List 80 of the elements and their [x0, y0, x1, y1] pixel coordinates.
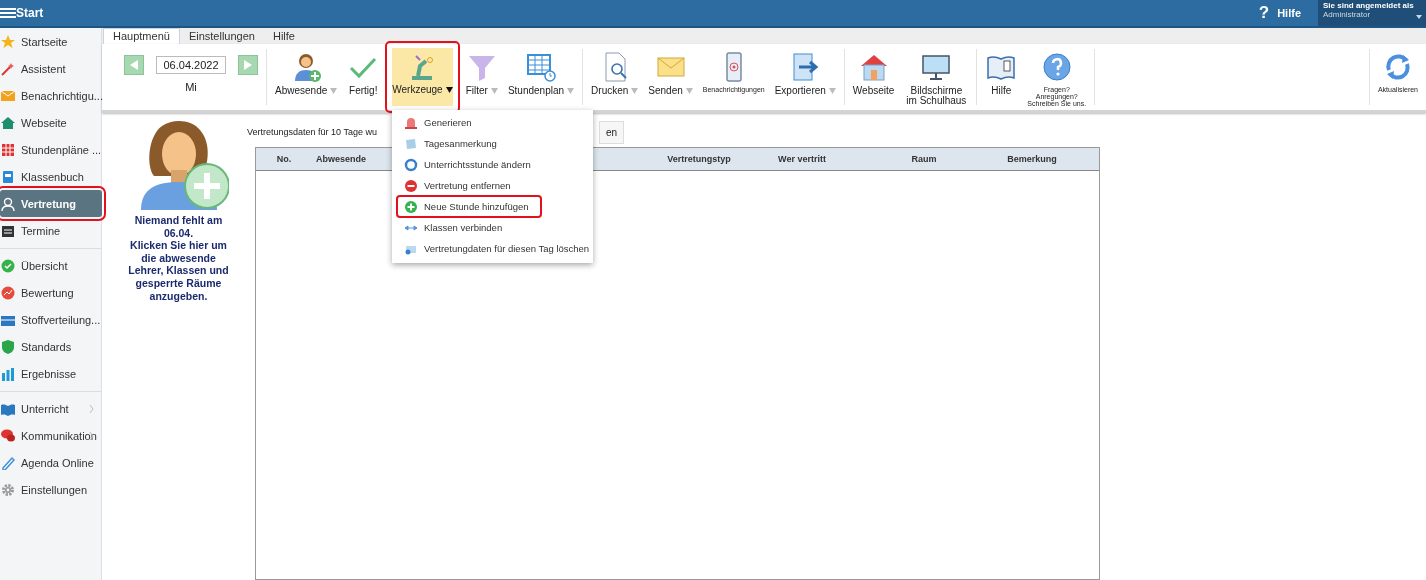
- toolbar-button[interactable]: Bildschirme im Schulhaus: [900, 49, 973, 105]
- toolbar-button[interactable]: Werkzeuge: [385, 41, 460, 113]
- caret-icon: [828, 88, 836, 94]
- toolbar-button[interactable]: Exportieren: [770, 49, 840, 105]
- menu-item[interactable]: Tagesanmerkung: [392, 133, 593, 154]
- previous-day-button[interactable]: [124, 55, 145, 75]
- speech-bubbles-icon: [1, 428, 15, 443]
- column-header[interactable]: No.: [276, 154, 292, 164]
- plus-circle-icon: [404, 199, 418, 214]
- tab[interactable]: Hauptmenü: [103, 28, 180, 44]
- column-header[interactable]: Abwesende: [316, 154, 366, 164]
- caret-icon: [330, 88, 338, 94]
- sidebar-item[interactable]: Unterricht: [0, 395, 101, 422]
- sidebar-item[interactable]: Agenda Online: [0, 449, 101, 476]
- sidebar-item[interactable]: Ergebnisse: [0, 360, 101, 387]
- toolbar-button[interactable]: Senden: [644, 49, 697, 105]
- sidebar-item[interactable]: Termine: [0, 217, 101, 244]
- caret-icon: [567, 88, 575, 94]
- wand-icon: [1, 61, 15, 76]
- question-circle-icon: [1040, 51, 1073, 83]
- siren-icon: [404, 115, 418, 130]
- app-title: Start: [16, 6, 44, 20]
- caret-icon: [685, 88, 693, 94]
- house-icon: [1, 115, 15, 130]
- circular-arrows-icon: [404, 157, 418, 172]
- toolbar-button[interactable]: Filter: [461, 49, 502, 105]
- column-header[interactable]: Raum: [911, 154, 937, 164]
- arrow-right-icon: [243, 60, 252, 70]
- tab[interactable]: Hilfe: [263, 29, 304, 44]
- menu-item[interactable]: Neue Stunde hinzufügen: [397, 196, 541, 217]
- info-text: Vertretungsdaten für 10 Tage wu: [247, 127, 377, 137]
- sidebar-item[interactable]: Stundenpläne ...: [0, 136, 101, 163]
- menu-item[interactable]: Klassen verbinden: [392, 217, 593, 238]
- sidebar-item[interactable]: Stoffverteilung...: [0, 306, 101, 333]
- help-link[interactable]: Hilfe: [1277, 7, 1301, 19]
- sidebar-item[interactable]: Startseite: [0, 28, 101, 55]
- toolbar-button[interactable]: Hilfe: [981, 49, 1022, 105]
- toolbar-button[interactable]: Fertig!: [343, 49, 384, 105]
- user-menu[interactable]: Sie sind angemeldet als Administrator: [1318, 0, 1426, 26]
- caret-icon: [445, 87, 453, 93]
- help-icon[interactable]: ?: [1258, 3, 1270, 23]
- timetable-icon: [525, 51, 557, 83]
- weekday-label: Mi: [185, 81, 197, 93]
- absent-message[interactable]: Niemand fehlt am 06.04. Klicken Sie hier um die abwesende Lehrer, Klassen und gesperrte Räume anzugeben.: [122, 214, 235, 303]
- sidebar-item[interactable]: Bewertung: [0, 279, 101, 306]
- sidebar-item[interactable]: Übersicht: [0, 252, 101, 279]
- tab[interactable]: Einstellungen: [179, 29, 264, 44]
- sidebar-item[interactable]: Benachrichtigu...: [0, 82, 101, 109]
- toolbar-button[interactable]: Webseite: [848, 49, 899, 105]
- action-button[interactable]: en: [598, 120, 625, 144]
- column-header[interactable]: Wer vertritt: [778, 154, 826, 164]
- sidebar-item[interactable]: Klassenbuch: [0, 163, 101, 190]
- pen-icon: [1, 455, 15, 470]
- sidebar-item[interactable]: Assistent: [0, 55, 101, 82]
- caret-icon: [1416, 15, 1422, 19]
- menu-item[interactable]: Vertretungdaten für diesen Tag löschen: [392, 238, 593, 259]
- minus-circle-icon: [404, 178, 418, 193]
- shield-icon: [1, 339, 15, 354]
- sidebar-item[interactable]: Standards: [0, 333, 101, 360]
- menu-item[interactable]: Generieren: [392, 112, 593, 133]
- column-header[interactable]: Bemerkung: [1007, 154, 1057, 164]
- toolbar-button[interactable]: Drucken: [587, 49, 643, 105]
- date-field[interactable]: 06.04.2022: [156, 56, 226, 74]
- note-icon: [404, 136, 418, 151]
- toolbar-button[interactable]: Stundenplan: [503, 49, 579, 105]
- person-icon: [1, 196, 15, 211]
- arrow-left-icon: [130, 60, 139, 70]
- bar-chart-icon: [1, 366, 15, 381]
- sidebar-item[interactable]: Kommunikation: [0, 422, 101, 449]
- menu-item[interactable]: Unterrichtsstunde ändern: [392, 154, 593, 175]
- sidebar-item[interactable]: Einstellungen: [0, 476, 101, 503]
- toolbar-button[interactable]: Abwesende: [271, 49, 342, 105]
- caret-icon: [631, 88, 639, 94]
- star-icon: [1, 34, 15, 49]
- menu-item[interactable]: Vertretung entfernen: [392, 175, 593, 196]
- next-day-button[interactable]: [237, 55, 258, 75]
- column-header[interactable]: Vertretungstyp: [667, 154, 731, 164]
- menu-icon: [0, 6, 16, 20]
- caret-icon: [490, 88, 498, 94]
- sidebar-item[interactable]: Webseite: [0, 109, 101, 136]
